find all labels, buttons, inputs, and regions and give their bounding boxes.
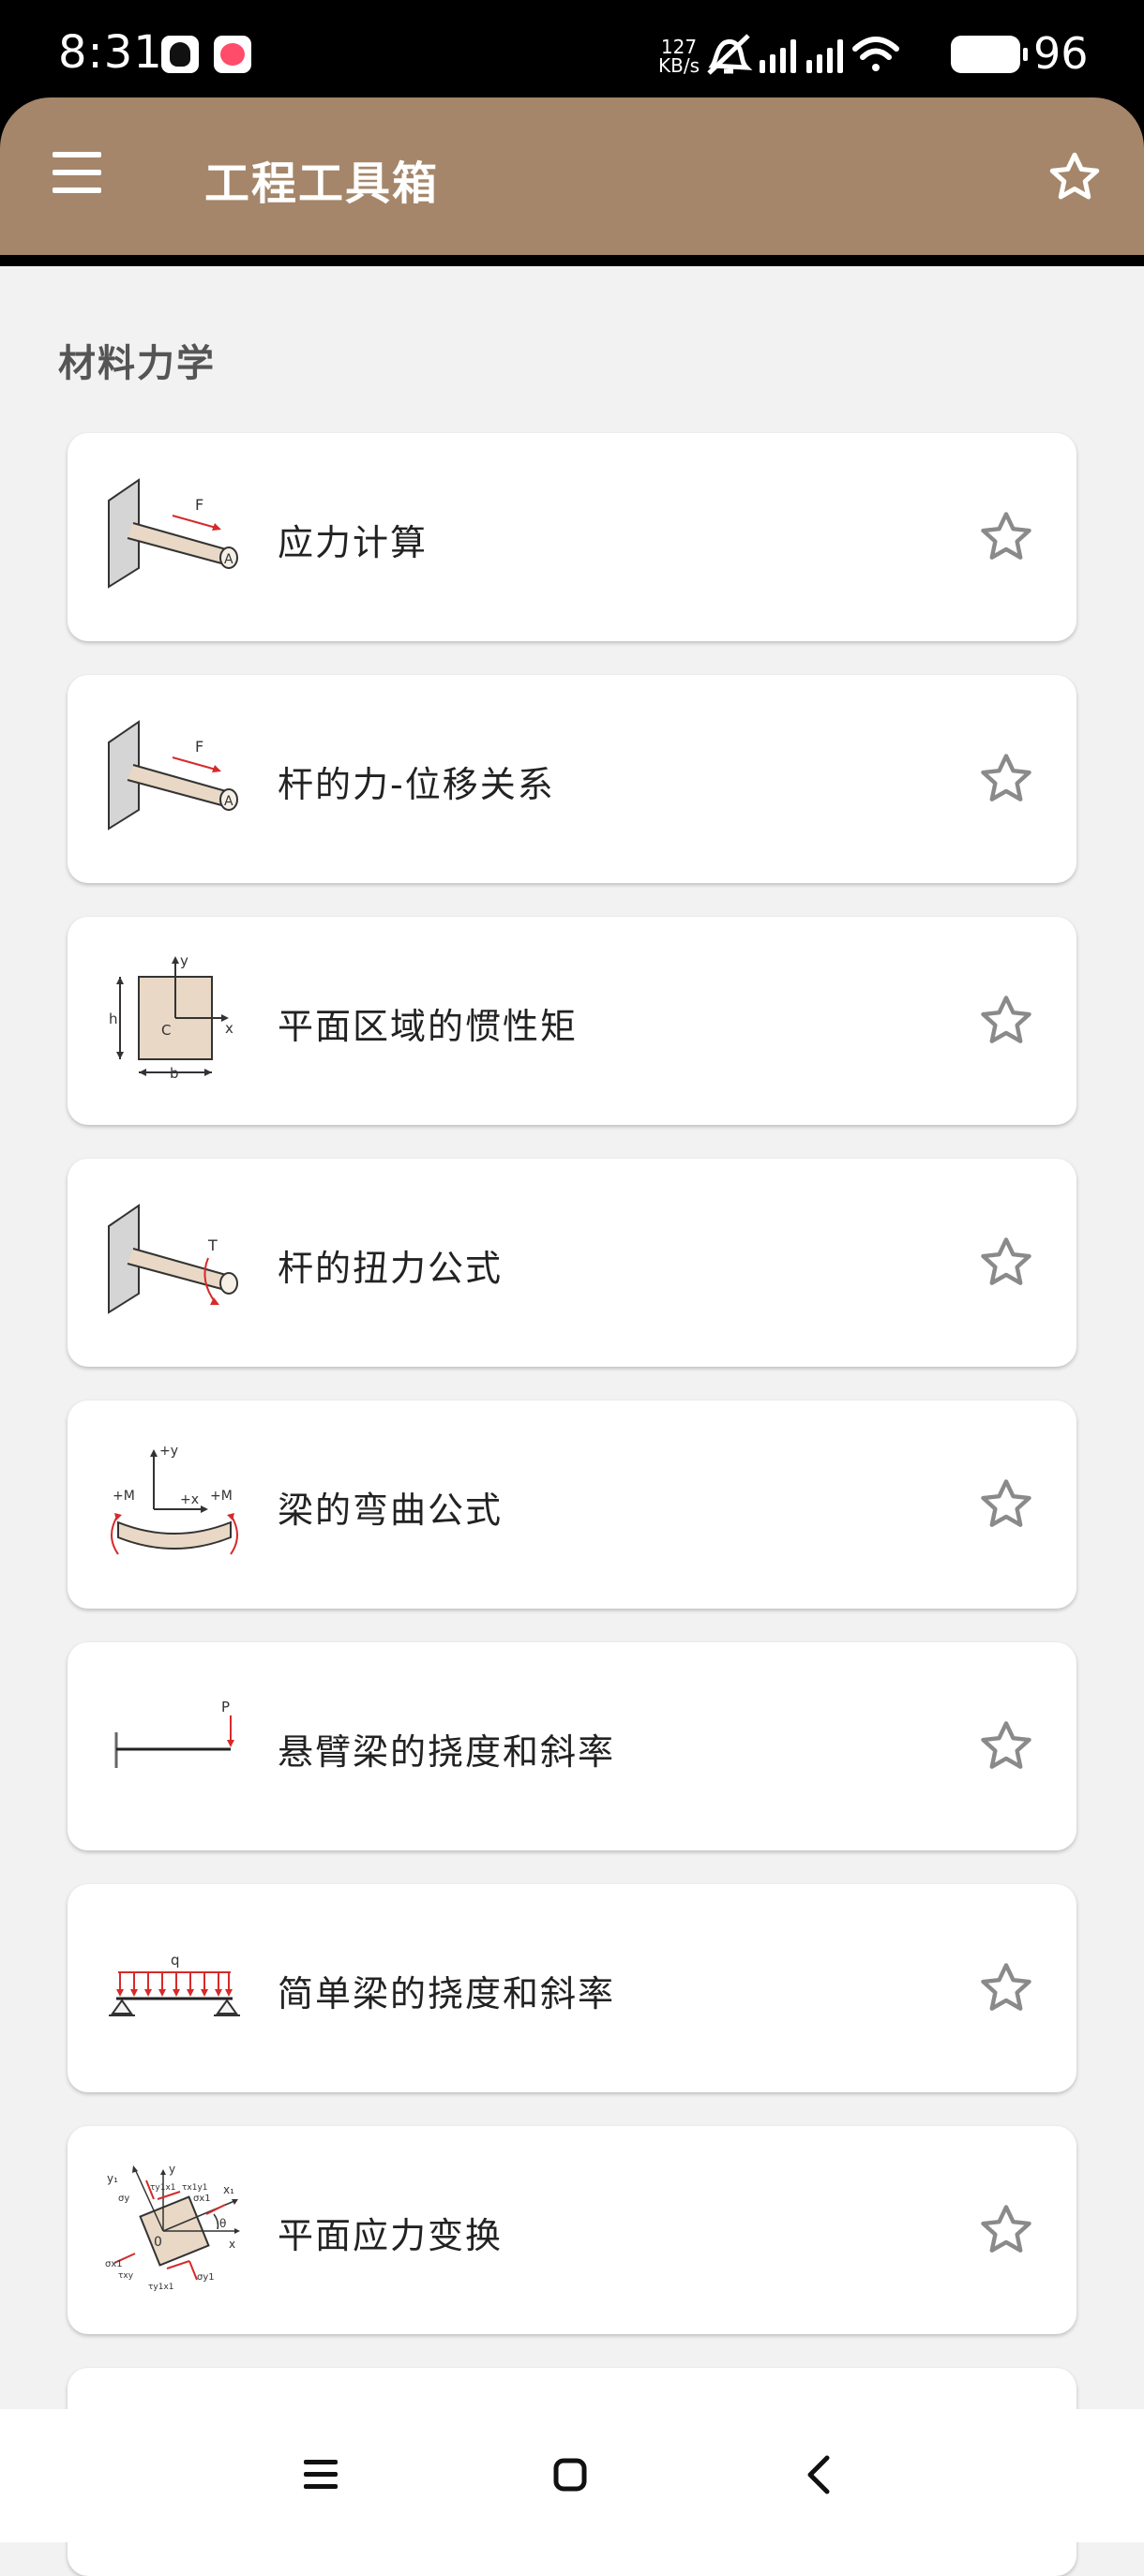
list-item-simple-beam-deflection[interactable]: q 简单梁的挠度和斜率: [68, 1884, 1076, 2092]
hamburger-menu-icon[interactable]: [47, 150, 107, 199]
tau-x1y1-label: τx1y1: [182, 2183, 208, 2193]
favorites-star-icon[interactable]: [1046, 149, 1103, 205]
qq-notification-icon: [161, 36, 199, 73]
network-speed-unit: KB/s: [658, 54, 700, 77]
home-icon[interactable]: [544, 2449, 596, 2501]
x-axis-label: x: [225, 1020, 233, 1037]
simply-supported-beam-distributed-load-icon: q: [109, 1952, 240, 2016]
battery-icon: [951, 36, 1028, 73]
list-item-force-displacement[interactable]: F A 杆的力-位移关系: [68, 675, 1076, 883]
torque-label: T: [207, 1236, 218, 1254]
back-icon[interactable]: [793, 2449, 846, 2501]
star-outline-icon[interactable]: [977, 1234, 1035, 1292]
height-label: h: [109, 1011, 118, 1027]
item-title: 平面区域的惯性矩: [278, 1006, 579, 1047]
system-nav-bar: [0, 2409, 1144, 2542]
star-outline-icon[interactable]: [977, 1959, 1035, 2017]
tau-y1x1-label: τy1x1: [150, 2183, 176, 2193]
star-outline-icon[interactable]: [977, 750, 1035, 808]
star-outline-icon[interactable]: [977, 1475, 1035, 1534]
list-item-plane-stress-transformation[interactable]: y₁ y x₁ x θ 0 σy σx1 σx1 σy1 τy1x1 τx1y1…: [68, 2126, 1076, 2334]
item-title: 平面应力变换: [278, 2215, 504, 2256]
status-bar: 8:31 127 KB/s 96: [0, 0, 1144, 112]
status-time: 8:31: [58, 26, 163, 79]
item-title: 杆的力-位移关系: [278, 764, 555, 805]
alarm-off-icon: [707, 34, 753, 75]
moment-right-label: +M: [210, 1489, 233, 1504]
item-title: 悬臂梁的挠度和斜率: [278, 1731, 616, 1773]
signal-2-icon: [806, 39, 843, 73]
plane-stress-element-icon: y₁ y x₁ x θ 0 σy σx1 σx1 σy1 τy1x1 τx1y1…: [105, 2164, 240, 2292]
y1-axis-label: y₁: [107, 2172, 118, 2185]
item-title: 梁的弯曲公式: [278, 1490, 504, 1531]
sigma-y1-label: σy1: [197, 2272, 215, 2283]
y-axis-label: y: [169, 2164, 175, 2176]
area-label: A: [224, 552, 233, 567]
section-title: 材料力学: [58, 342, 216, 385]
centroid-label: C: [161, 1022, 171, 1039]
area-label: A: [224, 794, 233, 809]
app-bar: 工程工具箱: [0, 97, 1144, 255]
theta-label: θ: [219, 2217, 226, 2230]
list-item-beam-bending[interactable]: +y +x +M +M 梁的弯曲公式: [68, 1400, 1076, 1609]
list-item-torsion-formula[interactable]: T 杆的扭力公式: [68, 1159, 1076, 1367]
force-label: F: [195, 496, 203, 514]
wifi-icon: [852, 37, 899, 71]
cantilever-rod-torque-icon: T: [108, 1204, 238, 1314]
item-title: 简单梁的挠度和斜率: [278, 1973, 616, 2014]
cantilever-beam-point-load-icon: P: [114, 1699, 234, 1768]
plus-x-label: +x: [180, 1492, 199, 1507]
moment-left-label: +M: [113, 1489, 135, 1504]
app-notification-icon: [214, 36, 251, 73]
list-item-cantilever-deflection[interactable]: P 悬臂梁的挠度和斜率: [68, 1642, 1076, 1850]
width-label: b: [170, 1065, 179, 1082]
cantilever-rod-axial-force-icon: F A: [108, 720, 238, 831]
star-outline-icon[interactable]: [977, 992, 1035, 1050]
beam-bending-icon: +y +x +M +M: [111, 1444, 238, 1555]
x-axis-label: x: [229, 2238, 235, 2251]
tau-y1x1-bottom-label: τy1x1: [148, 2283, 174, 2292]
sigma-y-label: σy: [118, 2194, 129, 2204]
y-axis-label: y: [180, 954, 188, 969]
tau-xy-label: τxy: [118, 2271, 134, 2281]
list-item-moment-of-inertia[interactable]: y x h b C 平面区域的惯性矩: [68, 917, 1076, 1125]
list-item-stress-calculation[interactable]: F A 应力计算: [68, 433, 1076, 641]
battery-percent: 96: [1033, 28, 1089, 79]
sigma-x1-label: σx1: [193, 2194, 211, 2204]
cantilever-rod-axial-force-icon: F A: [108, 478, 238, 589]
item-title: 应力计算: [278, 522, 429, 563]
force-label: F: [195, 738, 203, 756]
app-title: 工程工具箱: [204, 157, 440, 210]
item-title: 杆的扭力公式: [278, 1248, 504, 1289]
status-icons: [707, 34, 899, 75]
origin-label: 0: [154, 2235, 162, 2250]
sigma-x1-bottom-label: σx1: [105, 2259, 123, 2269]
recents-icon[interactable]: [294, 2449, 347, 2501]
rectangle-section-inertia-icon: y x h b C: [109, 954, 233, 1082]
star-outline-icon[interactable]: [977, 508, 1035, 566]
network-speed-value: 127: [660, 36, 698, 58]
signal-1-icon: [760, 39, 796, 73]
x1-axis-label: x₁: [223, 2183, 234, 2196]
distributed-load-label: q: [171, 1952, 180, 1969]
star-outline-icon[interactable]: [977, 2201, 1035, 2259]
network-speed: 127 KB/s: [656, 37, 701, 75]
plus-y-label: +y: [159, 1444, 178, 1459]
star-outline-icon[interactable]: [977, 1717, 1035, 1775]
point-load-label: P: [221, 1699, 230, 1715]
